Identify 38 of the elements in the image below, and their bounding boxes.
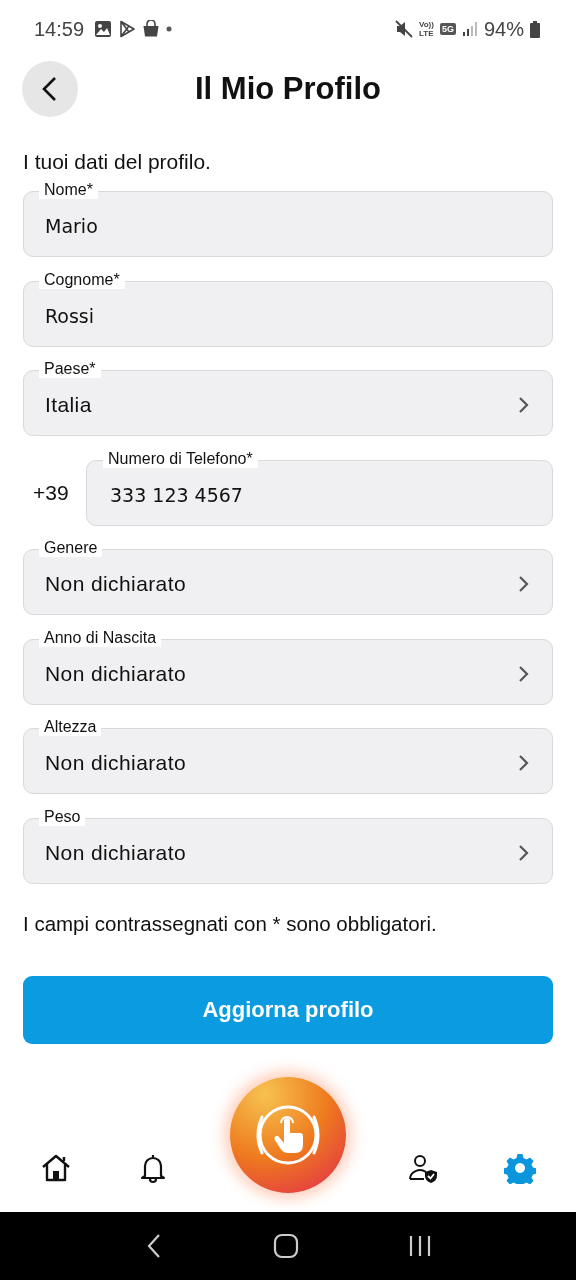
field-value: Italia <box>45 393 93 417</box>
play-store-icon <box>118 20 137 38</box>
battery-level: 94% <box>483 17 524 41</box>
field-label: Paese* <box>39 359 101 378</box>
page-title: Il Mio Profilo <box>195 71 381 107</box>
field-value: Mario <box>45 215 99 237</box>
field-value: Non dichiarato <box>45 572 187 596</box>
intro-text: I tuoi dati del profilo. <box>23 150 212 174</box>
battery-icon <box>530 20 540 38</box>
settings-icon <box>503 1152 536 1184</box>
gallery-icon <box>94 20 113 38</box>
chevron-right-icon <box>518 754 530 772</box>
field-label: Altezza <box>39 717 102 736</box>
signal-icon <box>461 21 478 37</box>
back-button[interactable] <box>22 61 78 117</box>
required-fields-note: I campi contrassegnati con * sono obbligatori. <box>23 911 438 936</box>
field-value: Non dichiarato <box>45 751 187 775</box>
field-label: Genere <box>39 538 103 557</box>
volte-indicator: Vo)) LTE <box>419 20 434 38</box>
sos-button[interactable] <box>230 1077 346 1193</box>
shopping-bag-icon <box>142 20 161 38</box>
chevron-right-icon <box>518 396 530 414</box>
chevron-right-icon <box>518 664 530 683</box>
mute-icon <box>395 20 413 38</box>
status-time: 14:59 <box>34 17 85 41</box>
field-value: Rossi <box>45 304 96 327</box>
field-value: Non dichiarato <box>45 661 187 686</box>
recent-apps-icon[interactable] <box>407 1234 432 1258</box>
country-code[interactable]: +39 <box>23 480 86 505</box>
field-label: Nome* <box>39 180 98 199</box>
system-home-icon[interactable] <box>273 1233 299 1259</box>
verified-user-icon <box>406 1152 439 1184</box>
network-indicator: 5G <box>439 23 456 35</box>
field-value: Non dichiarato <box>45 840 187 865</box>
field-value: 333 123 4567 <box>109 483 244 506</box>
chevron-right-icon <box>518 575 530 593</box>
notification-dot-icon <box>166 26 173 32</box>
chevron-right-icon <box>518 843 530 862</box>
